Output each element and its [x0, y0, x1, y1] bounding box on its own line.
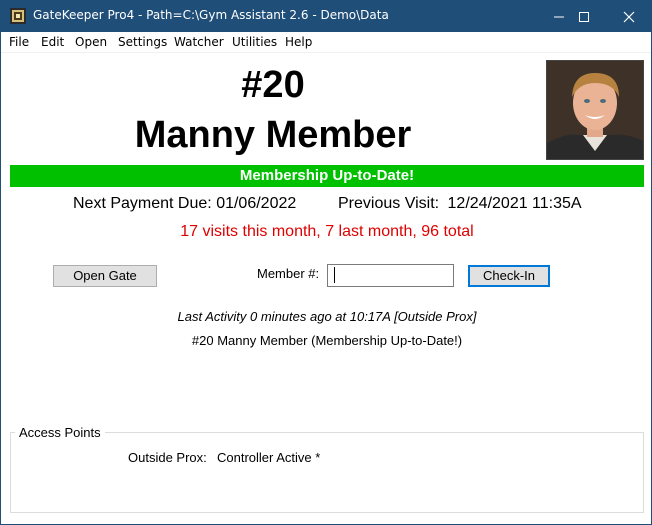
last-activity: Last Activity 0 minutes ago at 10:17A [O…	[177, 309, 477, 324]
gatekeeper-app-icon	[10, 8, 26, 24]
check-in-button[interactable]: Check-In	[468, 265, 550, 287]
access-point-name: Outside Prox:	[128, 450, 207, 465]
previous-visit-value: 12/24/2021 11:35A	[447, 195, 582, 212]
access-point-status: Controller Active *	[217, 450, 321, 465]
menu-help[interactable]: Help	[285, 35, 312, 49]
member-name: Manny Member	[134, 114, 412, 156]
next-payment: Next Payment Due: 01/06/2022	[73, 195, 296, 213]
maximize-button[interactable]	[561, 1, 607, 32]
maximize-icon	[579, 11, 589, 22]
text-caret	[334, 267, 335, 283]
close-button[interactable]	[606, 1, 652, 32]
member-photo	[546, 60, 644, 160]
member-number-label: Member #:	[257, 266, 320, 281]
membership-status-banner: Membership Up-to-Date!	[10, 165, 644, 187]
menu-bar: File Edit Open Settings Watcher Utilitie…	[1, 32, 651, 53]
access-points-group	[10, 432, 644, 513]
member-number: #20	[241, 64, 305, 106]
member-number-input[interactable]	[327, 264, 454, 287]
menu-settings[interactable]: Settings	[118, 35, 167, 49]
open-gate-button[interactable]: Open Gate	[53, 265, 157, 287]
visit-summary: 17 visits this month, 7 last month, 96 t…	[180, 223, 474, 240]
app-window: GateKeeper Pro4 - Path=C:\Gym Assistant …	[0, 0, 652, 525]
title-bar[interactable]: GateKeeper Pro4 - Path=C:\Gym Assistant …	[1, 1, 651, 32]
menu-file[interactable]: File	[9, 35, 29, 49]
previous-visit: Previous Visit: 12/24/2021 11:35A	[338, 195, 582, 213]
access-points-title: Access Points	[15, 425, 105, 440]
close-icon	[623, 11, 635, 22]
next-payment-value: 01/06/2022	[216, 195, 297, 212]
menu-edit[interactable]: Edit	[41, 35, 64, 49]
menu-open[interactable]: Open	[75, 35, 107, 49]
last-member-line: #20 Manny Member (Membership Up-to-Date!…	[191, 333, 463, 348]
previous-visit-label: Previous Visit:	[338, 195, 440, 212]
next-payment-label: Next Payment Due:	[73, 195, 212, 212]
menu-utilities[interactable]: Utilities	[232, 35, 277, 49]
menu-watcher[interactable]: Watcher	[174, 35, 224, 49]
window-title: GateKeeper Pro4 - Path=C:\Gym Assistant …	[33, 8, 389, 22]
